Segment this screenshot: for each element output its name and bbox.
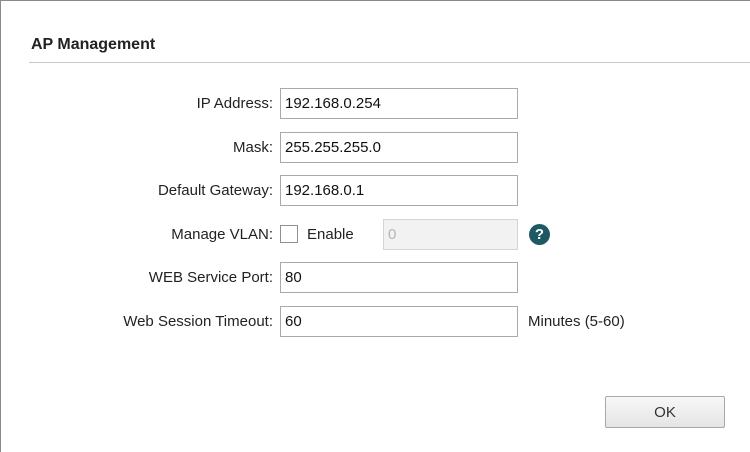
question-circle-icon[interactable]: ? xyxy=(529,224,550,245)
web-session-timeout-unit: Minutes (5-60) xyxy=(528,313,625,330)
default-gateway-input[interactable] xyxy=(280,175,518,206)
manage-vlan-enable-checkbox[interactable] xyxy=(280,225,298,243)
web-session-timeout-input[interactable] xyxy=(280,306,518,337)
web-service-port-label: WEB Service Port: xyxy=(148,269,273,286)
ip-address-input[interactable] xyxy=(280,88,518,119)
mask-label: Mask: xyxy=(232,139,273,156)
web-service-port-row: WEB Service Port: xyxy=(1,262,750,293)
ip-address-label: IP Address: xyxy=(196,95,273,112)
default-gateway-row: Default Gateway: xyxy=(1,175,750,206)
web-session-timeout-label: Web Session Timeout: xyxy=(123,313,273,330)
default-gateway-label: Default Gateway: xyxy=(157,182,273,199)
manage-vlan-enable-label[interactable]: Enable xyxy=(307,219,354,250)
mask-input[interactable] xyxy=(280,132,518,163)
section-title: AP Management xyxy=(31,36,156,53)
section-divider xyxy=(29,62,750,63)
ok-button[interactable]: OK xyxy=(605,396,725,428)
web-session-timeout-row: Web Session Timeout: Minutes (5-60) xyxy=(1,306,750,337)
manage-vlan-row: Manage VLAN: Enable ? xyxy=(1,219,750,250)
manage-vlan-label: Manage VLAN: xyxy=(171,226,273,243)
ip-address-row: IP Address: xyxy=(1,88,750,119)
web-service-port-input[interactable] xyxy=(280,262,518,293)
manage-vlan-id-input xyxy=(383,219,518,250)
mask-row: Mask: xyxy=(1,132,750,163)
ap-management-panel: AP Management IP Address: Mask: Default … xyxy=(0,0,750,452)
